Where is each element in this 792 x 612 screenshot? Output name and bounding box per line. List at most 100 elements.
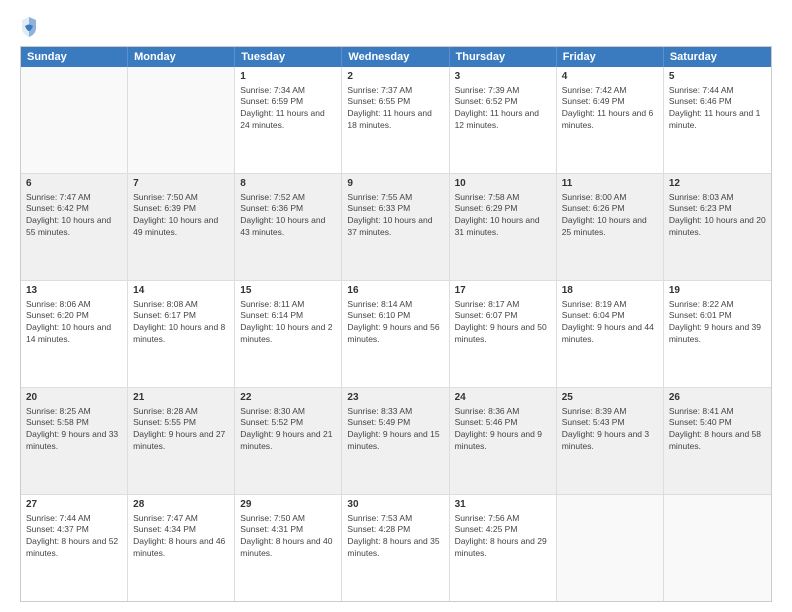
day-number: 31 [455,498,551,512]
day-cell-6: 6Sunrise: 7:47 AMSunset: 6:42 PMDaylight… [21,174,128,280]
cell-info: Sunrise: 8:28 AMSunset: 5:55 PMDaylight:… [133,406,229,454]
day-number: 5 [669,70,766,84]
cell-info: Sunrise: 7:58 AMSunset: 6:29 PMDaylight:… [455,192,551,240]
cell-info: Sunrise: 8:14 AMSunset: 6:10 PMDaylight:… [347,299,443,347]
day-number: 26 [669,391,766,405]
cell-info: Sunrise: 8:06 AMSunset: 6:20 PMDaylight:… [26,299,122,347]
day-cell-14: 14Sunrise: 8:08 AMSunset: 6:17 PMDayligh… [128,281,235,387]
day-cell-27: 27Sunrise: 7:44 AMSunset: 4:37 PMDayligh… [21,495,128,601]
day-cell-21: 21Sunrise: 8:28 AMSunset: 5:55 PMDayligh… [128,388,235,494]
calendar-header: SundayMondayTuesdayWednesdayThursdayFrid… [21,47,771,67]
cell-info: Sunrise: 8:17 AMSunset: 6:07 PMDaylight:… [455,299,551,347]
day-number: 9 [347,177,443,191]
header-day-tuesday: Tuesday [235,47,342,67]
cell-info: Sunrise: 7:39 AMSunset: 6:52 PMDaylight:… [455,85,551,133]
cell-info: Sunrise: 7:50 AMSunset: 6:39 PMDaylight:… [133,192,229,240]
cell-info: Sunrise: 8:19 AMSunset: 6:04 PMDaylight:… [562,299,658,347]
day-cell-22: 22Sunrise: 8:30 AMSunset: 5:52 PMDayligh… [235,388,342,494]
day-cell-13: 13Sunrise: 8:06 AMSunset: 6:20 PMDayligh… [21,281,128,387]
day-cell-8: 8Sunrise: 7:52 AMSunset: 6:36 PMDaylight… [235,174,342,280]
day-cell-12: 12Sunrise: 8:03 AMSunset: 6:23 PMDayligh… [664,174,771,280]
calendar-row-3: 20Sunrise: 8:25 AMSunset: 5:58 PMDayligh… [21,387,771,494]
day-number: 22 [240,391,336,405]
cell-info: Sunrise: 8:03 AMSunset: 6:23 PMDaylight:… [669,192,766,240]
cell-info: Sunrise: 7:42 AMSunset: 6:49 PMDaylight:… [562,85,658,133]
cell-info: Sunrise: 7:53 AMSunset: 4:28 PMDaylight:… [347,513,443,561]
day-number: 30 [347,498,443,512]
day-number: 29 [240,498,336,512]
header-day-monday: Monday [128,47,235,67]
day-number: 28 [133,498,229,512]
day-cell-3: 3Sunrise: 7:39 AMSunset: 6:52 PMDaylight… [450,67,557,173]
day-cell-11: 11Sunrise: 8:00 AMSunset: 6:26 PMDayligh… [557,174,664,280]
header-day-thursday: Thursday [450,47,557,67]
day-cell-15: 15Sunrise: 8:11 AMSunset: 6:14 PMDayligh… [235,281,342,387]
day-number: 21 [133,391,229,405]
day-number: 4 [562,70,658,84]
day-number: 6 [26,177,122,191]
day-number: 11 [562,177,658,191]
day-number: 23 [347,391,443,405]
day-cell-24: 24Sunrise: 8:36 AMSunset: 5:46 PMDayligh… [450,388,557,494]
day-cell-23: 23Sunrise: 8:33 AMSunset: 5:49 PMDayligh… [342,388,449,494]
cell-info: Sunrise: 7:55 AMSunset: 6:33 PMDaylight:… [347,192,443,240]
day-number: 27 [26,498,122,512]
day-cell-19: 19Sunrise: 8:22 AMSunset: 6:01 PMDayligh… [664,281,771,387]
cell-info: Sunrise: 8:25 AMSunset: 5:58 PMDaylight:… [26,406,122,454]
cell-info: Sunrise: 7:47 AMSunset: 4:34 PMDaylight:… [133,513,229,561]
empty-cell [664,495,771,601]
empty-cell [21,67,128,173]
day-cell-2: 2Sunrise: 7:37 AMSunset: 6:55 PMDaylight… [342,67,449,173]
day-cell-29: 29Sunrise: 7:50 AMSunset: 4:31 PMDayligh… [235,495,342,601]
header-day-sunday: Sunday [21,47,128,67]
cell-info: Sunrise: 8:33 AMSunset: 5:49 PMDaylight:… [347,406,443,454]
day-number: 13 [26,284,122,298]
header-day-friday: Friday [557,47,664,67]
day-cell-9: 9Sunrise: 7:55 AMSunset: 6:33 PMDaylight… [342,174,449,280]
cell-info: Sunrise: 7:56 AMSunset: 4:25 PMDaylight:… [455,513,551,561]
cell-info: Sunrise: 8:41 AMSunset: 5:40 PMDaylight:… [669,406,766,454]
day-cell-26: 26Sunrise: 8:41 AMSunset: 5:40 PMDayligh… [664,388,771,494]
day-number: 17 [455,284,551,298]
cell-info: Sunrise: 8:08 AMSunset: 6:17 PMDaylight:… [133,299,229,347]
day-number: 15 [240,284,336,298]
day-number: 19 [669,284,766,298]
cell-info: Sunrise: 7:50 AMSunset: 4:31 PMDaylight:… [240,513,336,561]
day-cell-18: 18Sunrise: 8:19 AMSunset: 6:04 PMDayligh… [557,281,664,387]
day-number: 12 [669,177,766,191]
calendar-row-0: 1Sunrise: 7:34 AMSunset: 6:59 PMDaylight… [21,67,771,173]
page: SundayMondayTuesdayWednesdayThursdayFrid… [0,0,792,612]
day-number: 16 [347,284,443,298]
calendar-row-4: 27Sunrise: 7:44 AMSunset: 4:37 PMDayligh… [21,494,771,601]
day-cell-1: 1Sunrise: 7:34 AMSunset: 6:59 PMDaylight… [235,67,342,173]
day-cell-28: 28Sunrise: 7:47 AMSunset: 4:34 PMDayligh… [128,495,235,601]
day-cell-20: 20Sunrise: 8:25 AMSunset: 5:58 PMDayligh… [21,388,128,494]
day-cell-25: 25Sunrise: 8:39 AMSunset: 5:43 PMDayligh… [557,388,664,494]
day-cell-10: 10Sunrise: 7:58 AMSunset: 6:29 PMDayligh… [450,174,557,280]
calendar-row-2: 13Sunrise: 8:06 AMSunset: 6:20 PMDayligh… [21,280,771,387]
cell-info: Sunrise: 8:30 AMSunset: 5:52 PMDaylight:… [240,406,336,454]
calendar-row-1: 6Sunrise: 7:47 AMSunset: 6:42 PMDaylight… [21,173,771,280]
day-cell-5: 5Sunrise: 7:44 AMSunset: 6:46 PMDaylight… [664,67,771,173]
cell-info: Sunrise: 7:52 AMSunset: 6:36 PMDaylight:… [240,192,336,240]
logo [20,16,42,38]
header-day-wednesday: Wednesday [342,47,449,67]
day-number: 18 [562,284,658,298]
cell-info: Sunrise: 7:44 AMSunset: 6:46 PMDaylight:… [669,85,766,133]
cell-info: Sunrise: 7:34 AMSunset: 6:59 PMDaylight:… [240,85,336,133]
day-cell-16: 16Sunrise: 8:14 AMSunset: 6:10 PMDayligh… [342,281,449,387]
cell-info: Sunrise: 8:11 AMSunset: 6:14 PMDaylight:… [240,299,336,347]
cell-info: Sunrise: 8:36 AMSunset: 5:46 PMDaylight:… [455,406,551,454]
day-cell-4: 4Sunrise: 7:42 AMSunset: 6:49 PMDaylight… [557,67,664,173]
header-day-saturday: Saturday [664,47,771,67]
day-cell-31: 31Sunrise: 7:56 AMSunset: 4:25 PMDayligh… [450,495,557,601]
cell-info: Sunrise: 8:22 AMSunset: 6:01 PMDaylight:… [669,299,766,347]
day-number: 10 [455,177,551,191]
day-number: 7 [133,177,229,191]
day-number: 1 [240,70,336,84]
day-cell-30: 30Sunrise: 7:53 AMSunset: 4:28 PMDayligh… [342,495,449,601]
cell-info: Sunrise: 8:00 AMSunset: 6:26 PMDaylight:… [562,192,658,240]
cell-info: Sunrise: 8:39 AMSunset: 5:43 PMDaylight:… [562,406,658,454]
day-number: 24 [455,391,551,405]
cell-info: Sunrise: 7:37 AMSunset: 6:55 PMDaylight:… [347,85,443,133]
